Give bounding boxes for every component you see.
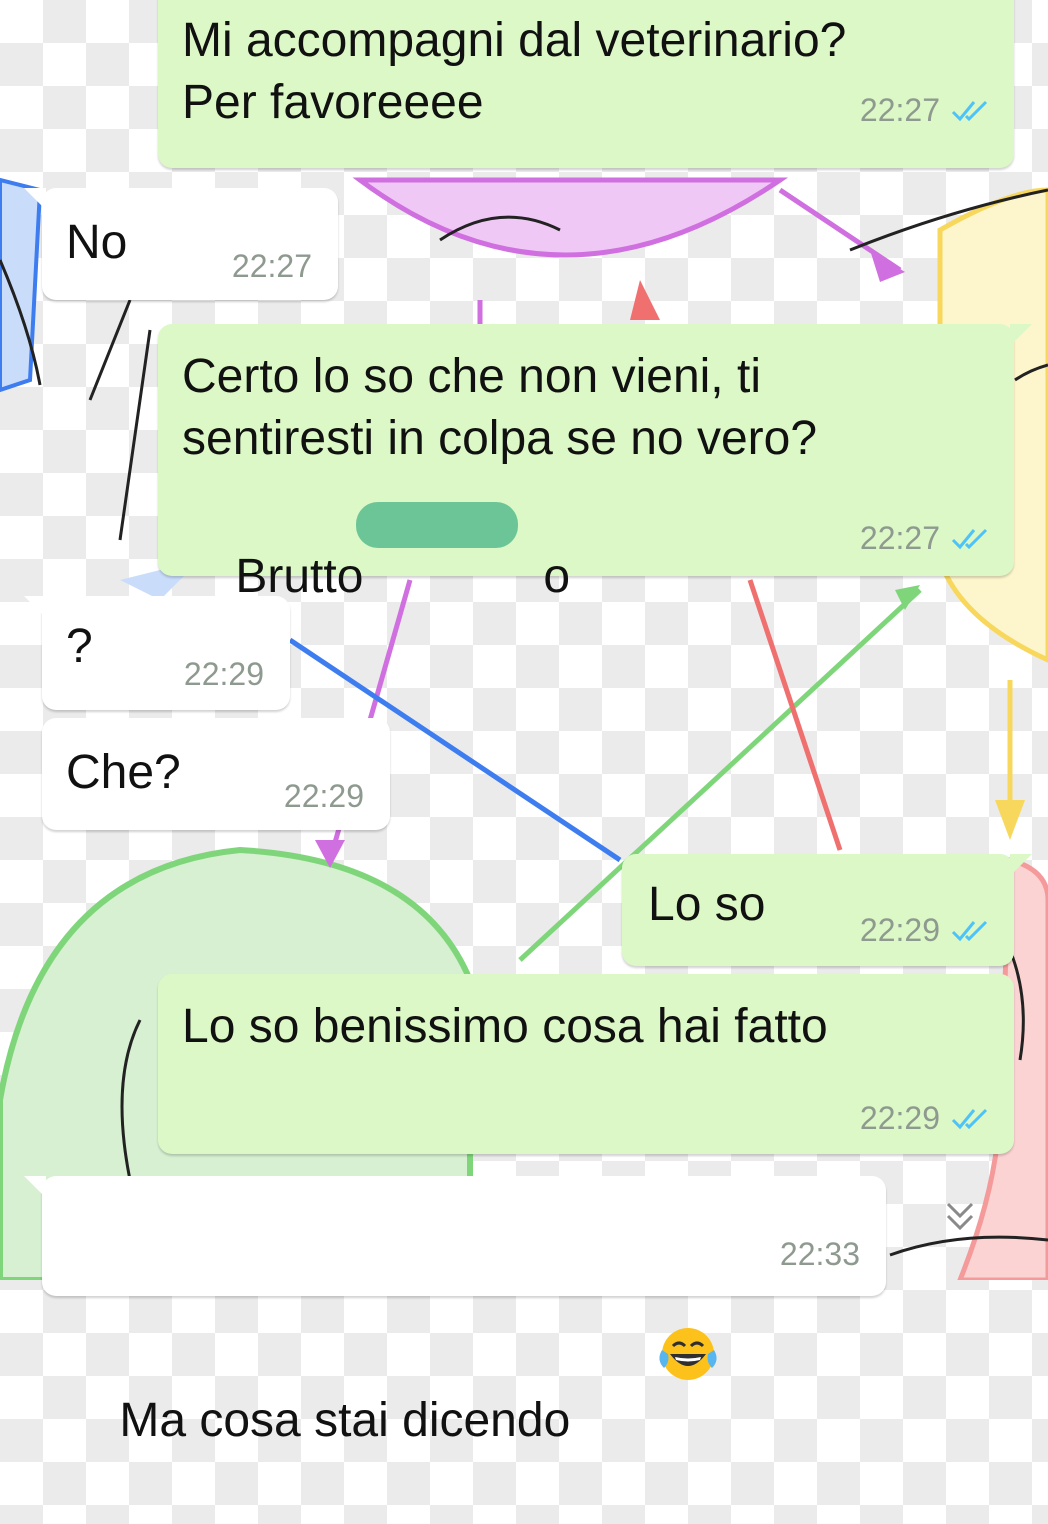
double-check-read-icon [950,1106,992,1132]
message-meta: 22:29 [860,1100,992,1137]
message-meta: 22:33 [780,1236,860,1273]
message-meta: 22:27 [232,248,312,285]
message-bubble-incoming[interactable]: No 22:27 [24,188,338,300]
message-meta: 22:27 [860,520,992,557]
message-time: 22:29 [859,1100,940,1136]
message-bubble-outgoing[interactable]: Certo lo so che non vieni, ti sentiresti… [158,324,1032,603]
message-bubble-incoming[interactable]: ? 22:29 [24,596,290,710]
scroll-to-bottom-button[interactable] [938,1196,982,1240]
double-check-read-icon [950,526,992,552]
message-meta: 22:29 [284,778,364,815]
message-text: No [66,216,128,269]
message-meta: 22:29 [860,912,992,949]
message-text: Lo so [648,878,766,931]
message-bubble-incoming[interactable]: Ma cosa stai dicendo 22:33 [24,1176,886,1447]
message-text: Ma cosa stai dicendo [119,1394,571,1447]
message-text: Certo lo so che non vieni, ti sentiresti… [182,350,818,465]
message-meta: 22:27 [860,92,992,129]
message-text: Lo so benissimo cosa hai fatto [182,1000,828,1053]
message-meta: 22:29 [184,656,264,693]
message-time: 22:27 [231,248,312,284]
message-time: 22:33 [779,1236,860,1272]
message-bubble-outgoing[interactable]: Lo so benissimo cosa hai fatto 22:29 [158,974,1014,1154]
message-time: 22:27 [859,92,940,128]
double-check-read-icon [950,918,992,944]
message-text: Che? [66,746,181,799]
message-text-line: Ma cosa stai dicendo [66,1200,720,1524]
double-check-read-icon [950,98,992,124]
message-time: 22:29 [183,656,264,692]
message-text: Mi accompagni dal veterinario? Per favor… [182,14,847,129]
message-bubble-outgoing[interactable]: Mi accompagni dal veterinario? Per favor… [158,0,1032,168]
face-with-tears-of-joy-icon [576,1262,720,1462]
chevron-double-down-icon [946,1202,974,1231]
message-bubble-outgoing[interactable]: Lo so 22:29 [622,854,1032,966]
message-time: 22:27 [859,520,940,556]
message-text-after-redaction: o [543,550,571,603]
message-time: 22:29 [283,778,364,814]
message-time: 22:29 [859,912,940,948]
message-bubble-incoming[interactable]: Che? 22:29 [42,718,390,830]
message-text: ? [66,620,93,673]
redaction-mark [356,502,518,548]
